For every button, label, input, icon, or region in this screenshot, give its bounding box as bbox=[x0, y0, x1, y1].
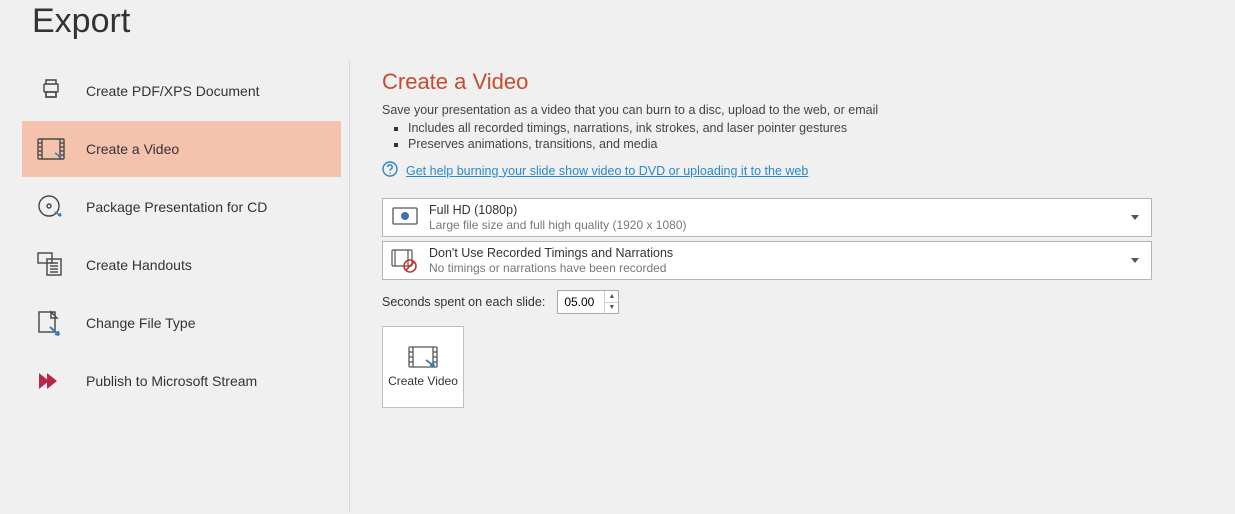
export-sidebar: Create PDF/XPS Document Create a Video bbox=[0, 61, 350, 513]
sidebar-item-change-file-type[interactable]: Change File Type bbox=[22, 295, 341, 351]
seconds-label: Seconds spent on each slide: bbox=[382, 295, 545, 309]
seconds-spinner[interactable]: ▲ ▼ bbox=[557, 290, 619, 314]
timings-subtitle: No timings or narrations have been recor… bbox=[429, 261, 1131, 275]
main-heading: Create a Video bbox=[382, 69, 1235, 95]
bullet-item: Preserves animations, transitions, and m… bbox=[394, 137, 1235, 151]
change-file-type-icon bbox=[36, 308, 66, 338]
resolution-subtitle: Large file size and full high quality (1… bbox=[429, 218, 1131, 232]
main-description: Save your presentation as a video that y… bbox=[382, 103, 1235, 117]
create-video-label: Create Video bbox=[388, 374, 458, 388]
no-timings-icon bbox=[391, 247, 419, 275]
cd-icon bbox=[36, 192, 66, 222]
spinner-up[interactable]: ▲ bbox=[605, 291, 618, 303]
main-panel: Create a Video Save your presentation as… bbox=[350, 61, 1235, 513]
sidebar-item-label: Create a Video bbox=[86, 141, 179, 157]
bullet-item: Includes all recorded timings, narration… bbox=[394, 121, 1235, 135]
timings-dropdown[interactable]: Don't Use Recorded Timings and Narration… bbox=[382, 241, 1152, 280]
sidebar-item-create-handouts[interactable]: Create Handouts bbox=[22, 237, 341, 293]
timings-title: Don't Use Recorded Timings and Narration… bbox=[429, 246, 1131, 260]
video-icon bbox=[408, 346, 438, 370]
sidebar-item-label: Package Presentation for CD bbox=[86, 199, 267, 215]
resolution-title: Full HD (1080p) bbox=[429, 203, 1131, 217]
handouts-icon bbox=[36, 250, 66, 280]
sidebar-item-label: Publish to Microsoft Stream bbox=[86, 373, 257, 389]
video-icon bbox=[36, 134, 66, 164]
sidebar-item-label: Create Handouts bbox=[86, 257, 192, 273]
sidebar-item-label: Change File Type bbox=[86, 315, 195, 331]
seconds-input[interactable] bbox=[558, 291, 604, 313]
chevron-down-icon bbox=[1131, 258, 1139, 263]
create-video-button[interactable]: Create Video bbox=[382, 326, 464, 408]
chevron-down-icon bbox=[1131, 215, 1139, 220]
sidebar-item-publish-stream[interactable]: Publish to Microsoft Stream bbox=[22, 353, 341, 409]
sidebar-item-create-video[interactable]: Create a Video bbox=[22, 121, 341, 177]
help-link[interactable]: Get help burning your slide show video t… bbox=[406, 164, 808, 178]
sidebar-item-create-pdf[interactable]: Create PDF/XPS Document bbox=[22, 63, 341, 119]
pdf-icon bbox=[36, 76, 66, 106]
page-title: Export bbox=[32, 2, 1235, 41]
spinner-down[interactable]: ▼ bbox=[605, 303, 618, 314]
feature-bullets: Includes all recorded timings, narration… bbox=[394, 121, 1235, 151]
help-icon bbox=[382, 161, 398, 180]
resolution-dropdown[interactable]: Full HD (1080p) Large file size and full… bbox=[382, 198, 1152, 237]
stream-icon bbox=[36, 366, 66, 396]
sidebar-item-package-cd[interactable]: Package Presentation for CD bbox=[22, 179, 341, 235]
monitor-icon bbox=[391, 204, 419, 232]
sidebar-item-label: Create PDF/XPS Document bbox=[86, 83, 260, 99]
